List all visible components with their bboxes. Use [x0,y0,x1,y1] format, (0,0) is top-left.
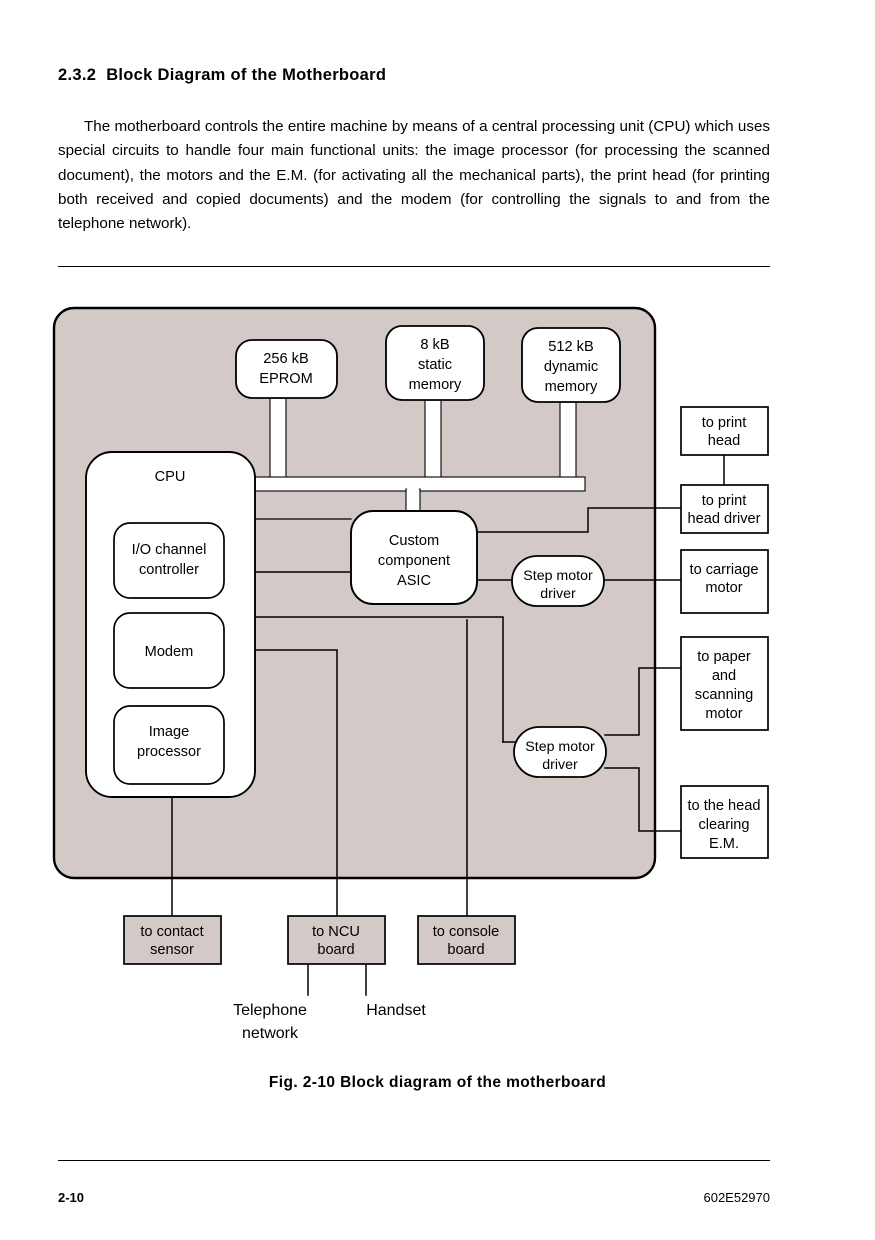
footer-page-number: 2-10 [58,1190,85,1205]
to-console-board-line2: board [447,942,484,958]
step-motor-driver-2-line1: Step motor [525,739,595,755]
label-telephone-network: Telephone network [233,1002,307,1042]
to-carriage-motor-line2: motor [705,580,742,596]
cpu-sub-block-image-processor: Image processor [113,705,225,785]
to-ncu-board-line1: to NCU [312,924,360,940]
cpu-sub-block-io-channel-controller: I/O channel controller [113,522,225,599]
static-memory-line2: static [418,357,452,373]
to-print-head-line1: to print [702,415,747,431]
to-contact-sensor-line2: sensor [150,942,194,958]
connector-to-carriage-motor: to carriage motor [680,549,769,614]
to-head-clearing-em-line3: E.M. [709,836,739,852]
cpu-sub-block-modem: Modem [113,612,225,689]
to-paper-scan-motor-line4: motor [705,706,742,722]
figure-caption: Fig. 2-10 Block diagram of the motherboa… [268,1074,607,1091]
to-print-head-driver-line1: to print [702,493,747,509]
connector-to-paper-scan-motor: to paper and scanning motor [680,636,769,731]
to-head-clearing-em-line1: to the head [687,798,760,814]
to-contact-sensor-line1: to contact [140,924,203,940]
asic-line2: component [378,553,450,569]
modem-line1: Modem [145,644,194,660]
connector-to-print-head: to print head [680,406,769,456]
footer-divider-rule [58,1160,770,1161]
step-motor-driver-1-line2: driver [540,586,576,602]
memory-block-eprom: 256 kB EPROM [235,339,338,399]
to-head-clearing-em-line2: clearing [698,817,749,833]
step-motor-driver-1: Step motor driver [511,555,605,607]
eprom-line2: EPROM [259,371,313,387]
connector-to-ncu-board: to NCU board [287,915,386,965]
to-print-head-driver-line2: head driver [687,511,760,527]
to-paper-scan-motor-line1: to paper [697,649,751,665]
connector-to-console-board: to console board [417,915,516,965]
to-carriage-motor-line1: to carriage [690,562,759,578]
connector-to-head-clearing-em: to the head clearing E.M. [680,785,769,859]
image-processor-line1: Image [149,724,190,740]
to-ncu-board-line2: board [317,942,354,958]
telephone-network-line2: network [242,1025,299,1042]
asic-line1: Custom [389,533,439,549]
io-channel-controller-line1: I/O channel [132,542,207,558]
step-motor-driver-1-line1: Step motor [523,568,593,584]
document-page: 2.3.2 Block Diagram of the Motherboard Th… [0,0,875,1240]
block-diagram-figure: 256 kB EPROM 8 kB static memory 512 kB d… [0,0,875,1240]
cpu-block: CPU I/O channel controller Modem Image p… [85,451,256,798]
dynamic-memory-line1: 512 kB [548,339,593,355]
cpu-title: CPU [155,469,186,485]
connector-to-contact-sensor: to contact sensor [123,915,222,965]
static-memory-line1: 8 kB [420,337,449,353]
label-handset: Handset [366,1002,426,1019]
footer-document-code: 602E52970 [703,1190,770,1205]
asic-line3: ASIC [397,573,431,589]
eprom-line1: 256 kB [263,351,308,367]
connector-to-print-head-driver: to print head driver [680,484,769,534]
memory-block-static-memory: 8 kB static memory [385,325,485,401]
memory-block-dynamic-memory: 512 kB dynamic memory [521,327,621,403]
telephone-network-line1: Telephone [233,1002,307,1019]
asic-block: Custom component ASIC [350,510,478,605]
asic-bus-stem [405,488,421,512]
image-processor-line2: processor [137,744,201,760]
step-motor-driver-2: Step motor driver [513,726,607,778]
dynamic-memory-line3: memory [545,379,598,395]
to-print-head-line2: head [708,433,740,449]
to-paper-scan-motor-line2: and [712,668,736,684]
dynamic-memory-line2: dynamic [544,359,598,375]
to-paper-scan-motor-line3: scanning [695,687,753,703]
step-motor-driver-2-line2: driver [542,757,578,773]
handset-line1: Handset [366,1002,426,1019]
static-memory-line3: memory [409,377,462,393]
to-console-board-line1: to console [433,924,500,940]
io-channel-controller-line2: controller [139,562,199,578]
